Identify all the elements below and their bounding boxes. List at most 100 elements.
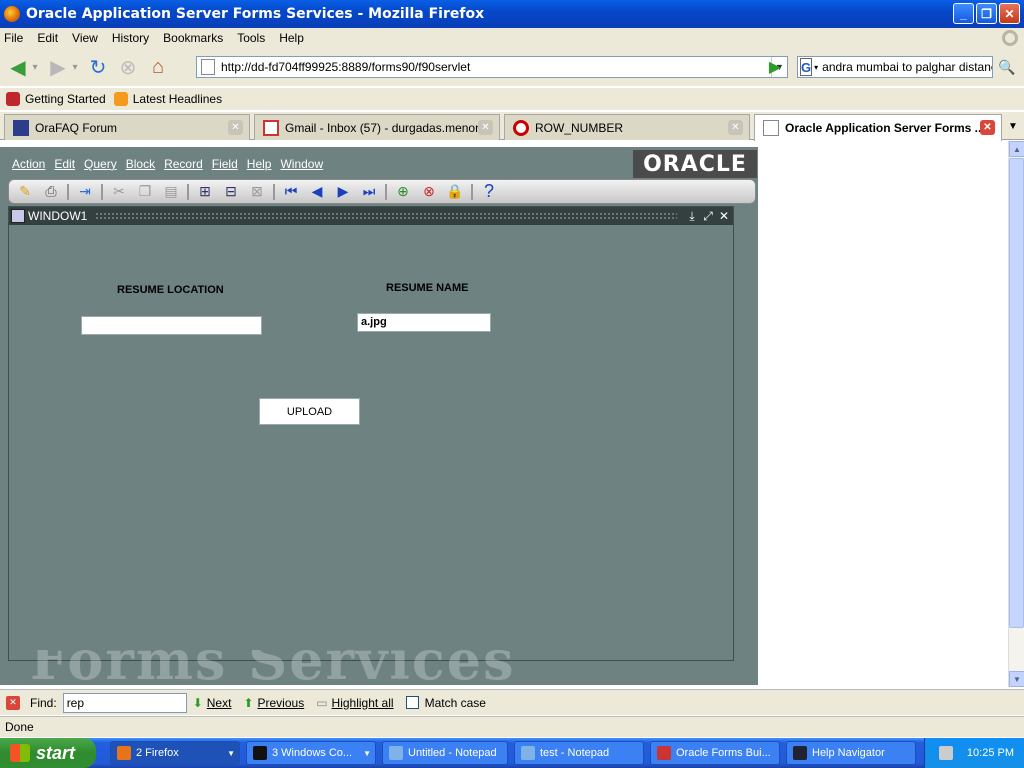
match-case-checkbox[interactable]: Match case: [405, 696, 486, 710]
clock[interactable]: 10:25 PM: [967, 747, 1014, 759]
cut-icon[interactable]: ✂: [109, 182, 129, 202]
tab-label: Gmail - Inbox (57) - durgadas.menon...: [285, 120, 492, 135]
find-previous-button[interactable]: ⬆ Previous: [243, 696, 304, 710]
forms-menu-query[interactable]: Query: [84, 157, 117, 171]
bookmark-getting-started[interactable]: Getting Started: [6, 92, 106, 106]
menu-bookmarks[interactable]: Bookmarks: [163, 31, 223, 45]
resume-name-field[interactable]: a.jpg: [357, 313, 491, 332]
vertical-scrollbar[interactable]: ▲ ▼: [1008, 141, 1024, 687]
task-firefox[interactable]: 2 Firefox ▼: [110, 741, 240, 765]
delete-record-icon[interactable]: ⊗: [419, 182, 439, 202]
url-bar[interactable]: http://dd-fd704ff99925:8889/forms90/f90s…: [196, 56, 788, 78]
forms-menu-help[interactable]: Help: [247, 157, 272, 171]
scroll-up-icon[interactable]: ▲: [1009, 141, 1024, 157]
scrollbar-thumb[interactable]: [1009, 158, 1024, 628]
home-icon[interactable]: ⌂: [146, 55, 170, 79]
highlight-icon: ▭: [316, 695, 328, 710]
save-icon[interactable]: ✎: [15, 182, 35, 202]
search-text[interactable]: andra mumbai to palghar distance: [822, 60, 992, 74]
last-record-icon[interactable]: ⏭: [359, 182, 379, 202]
task-oracle-forms-builder[interactable]: Oracle Forms Bui...: [650, 741, 780, 765]
minimize-button[interactable]: _: [953, 3, 974, 24]
notepad-icon: [389, 746, 403, 760]
tab-gmail[interactable]: Gmail - Inbox (57) - durgadas.menon... ✕: [254, 114, 500, 140]
menu-history[interactable]: History: [112, 31, 149, 45]
back-history-icon[interactable]: ▾: [30, 55, 40, 79]
search-engine-dropdown-icon[interactable]: ▾: [814, 63, 818, 72]
window-close-icon[interactable]: ✕: [717, 209, 731, 223]
google-icon[interactable]: G: [800, 58, 813, 76]
checkbox-icon[interactable]: [405, 696, 419, 709]
forward-history-icon[interactable]: ▾: [70, 55, 80, 79]
resume-location-field[interactable]: [81, 316, 262, 335]
lock-record-icon[interactable]: 🔒: [445, 182, 465, 202]
exit-icon[interactable]: ⇥: [75, 182, 95, 202]
tab-close-icon[interactable]: ✕: [478, 120, 493, 135]
forward-icon[interactable]: ▶: [46, 55, 70, 79]
task-label: Oracle Forms Bui...: [676, 747, 771, 759]
cancel-query-icon[interactable]: ⊠: [247, 182, 267, 202]
network-icon[interactable]: [938, 746, 953, 760]
tab-close-icon[interactable]: ✕: [980, 120, 995, 135]
restore-button[interactable]: ❐: [976, 3, 997, 24]
chevron-down-icon: ▼: [363, 748, 371, 758]
paste-icon[interactable]: ▤: [161, 182, 181, 202]
task-untitled-notepad[interactable]: Untitled - Notepad: [382, 741, 508, 765]
url-text[interactable]: http://dd-fd704ff99925:8889/forms90/f90s…: [221, 60, 771, 74]
oracle-logo: ORACLE: [633, 150, 757, 178]
bookmark-latest-headlines[interactable]: Latest Headlines: [113, 92, 222, 106]
find-input[interactable]: rep: [62, 692, 187, 713]
menu-help[interactable]: Help: [279, 31, 304, 45]
forms-window: WINDOW1 ⤓ ⤢ ✕: [8, 206, 734, 661]
forms-menu-edit[interactable]: Edit: [54, 157, 75, 171]
task-test-notepad[interactable]: test - Notepad: [514, 741, 644, 765]
reload-icon[interactable]: ↻: [86, 55, 110, 79]
previous-record-icon[interactable]: ◀: [307, 182, 327, 202]
window-title: Oracle Application Server Forms Services…: [26, 6, 485, 22]
copy-icon[interactable]: ❐: [135, 182, 155, 202]
tab-row-number[interactable]: ROW_NUMBER ✕: [504, 114, 750, 140]
execute-query-icon[interactable]: ⊟: [221, 182, 241, 202]
back-icon[interactable]: ◀: [6, 55, 30, 79]
bookmark-label: Getting Started: [25, 92, 106, 106]
gmail-icon: [263, 119, 279, 136]
tab-orafaq[interactable]: OraFAQ Forum ✕: [4, 114, 250, 140]
highlight-all-button[interactable]: ▭ Highlight all: [316, 696, 393, 710]
stop-icon[interactable]: ⊗: [116, 55, 140, 79]
search-icon[interactable]: 🔍: [996, 56, 1018, 78]
go-icon[interactable]: ▶: [764, 57, 786, 77]
find-next-button[interactable]: ⬇ Next: [193, 696, 232, 710]
forms-menu-window[interactable]: Window: [280, 157, 323, 171]
menu-file[interactable]: File: [4, 31, 23, 45]
next-record-icon[interactable]: ▶: [333, 182, 353, 202]
forms-menu-block[interactable]: Block: [126, 157, 155, 171]
tab-close-icon[interactable]: ✕: [228, 120, 243, 135]
menu-edit[interactable]: Edit: [37, 31, 58, 45]
window-minimize-icon[interactable]: ⤓: [685, 209, 699, 224]
search-box[interactable]: G ▾ andra mumbai to palghar distance: [797, 56, 993, 78]
tab-list-icon[interactable]: ▼: [1004, 116, 1022, 136]
task-help-navigator[interactable]: Help Navigator: [786, 741, 916, 765]
task-label: Untitled - Notepad: [408, 747, 497, 759]
insert-record-icon[interactable]: ⊕: [393, 182, 413, 202]
menu-view[interactable]: View: [72, 31, 98, 45]
oracle-forms-icon: [657, 746, 671, 760]
menu-tools[interactable]: Tools: [237, 31, 265, 45]
print-icon[interactable]: ⎙: [41, 182, 61, 202]
scroll-down-icon[interactable]: ▼: [1009, 671, 1024, 687]
task-windows-console[interactable]: 3 Windows Co... ▼: [246, 741, 376, 765]
forms-menu-action[interactable]: Action: [12, 157, 45, 171]
find-close-icon[interactable]: ✕: [6, 695, 20, 710]
start-button[interactable]: start: [0, 738, 96, 768]
window-maximize-icon[interactable]: ⤢: [701, 209, 715, 224]
forms-menu-record[interactable]: Record: [164, 157, 203, 171]
tab-close-icon[interactable]: ✕: [728, 120, 743, 135]
upload-button[interactable]: UPLOAD: [259, 398, 360, 425]
close-button[interactable]: ✕: [999, 3, 1020, 24]
tab-oracle-forms[interactable]: Oracle Application Server Forms ... ✕: [754, 114, 1002, 141]
enter-query-icon[interactable]: ⊞: [195, 182, 215, 202]
help-icon[interactable]: ?: [479, 181, 499, 202]
forms-menu-field[interactable]: Field: [212, 157, 238, 171]
first-record-icon[interactable]: ⏮: [281, 182, 301, 202]
firefox-icon: [117, 746, 131, 760]
